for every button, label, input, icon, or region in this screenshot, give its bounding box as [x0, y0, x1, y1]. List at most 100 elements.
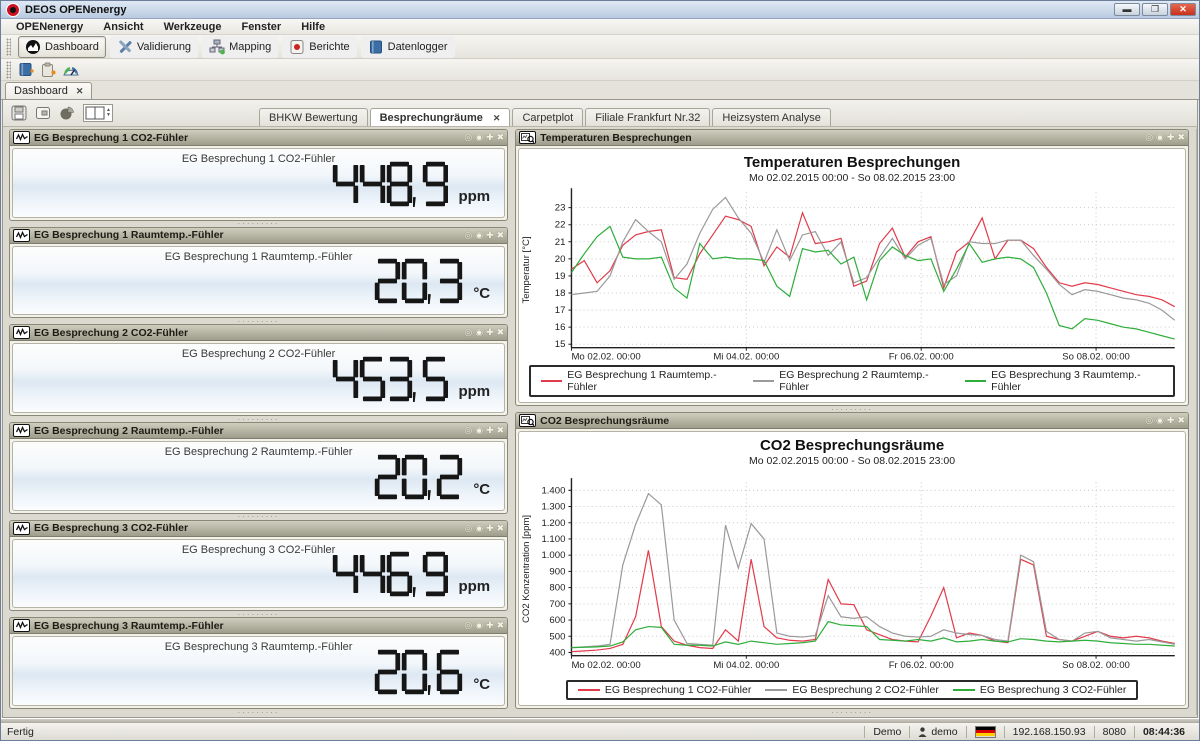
panel-header[interactable]: EG Besprechung 3 CO2-Fühler◎◉✚✖ [10, 521, 507, 537]
save-icon[interactable] [11, 105, 29, 121]
status-mode: Demo [864, 726, 909, 738]
panel-refresh-button[interactable]: ◉ [1156, 416, 1164, 425]
menu-item-werkzeuge[interactable]: Werkzeuge [155, 21, 231, 33]
panel-header[interactable]: EG Besprechung 2 CO2-Fühler◎◉✚✖ [10, 325, 507, 341]
menu-item-fenster[interactable]: Fenster [232, 21, 290, 33]
dashboard-tab[interactable]: Heizsystem Analyse [712, 108, 830, 126]
panel-header-buttons: ◎◉✚✖ [464, 426, 504, 435]
value-widget-body: EG Besprechung 3 Raumtemp.-Fühler°C [12, 636, 505, 706]
dashboard-tab[interactable]: Besprechungräume✕ [370, 108, 511, 126]
panel-settings-button[interactable]: ◎ [464, 328, 472, 337]
pie-chart-icon[interactable] [59, 105, 77, 121]
panel-maximize-button[interactable]: ✚ [1167, 133, 1175, 142]
panel-header[interactable]: EG Besprechung 2 Raumtemp.-Fühler◎◉✚✖ [10, 423, 507, 439]
layout-selector[interactable]: ▲▼ [83, 104, 113, 122]
toolbar-grip[interactable] [6, 61, 11, 79]
panel-maximize-button[interactable]: ✚ [1167, 416, 1175, 425]
panel-header[interactable]: EG Besprechung 3 Raumtemp.-Fühler ◎◉✚✖ [10, 618, 507, 634]
panel-close-button[interactable]: ✖ [497, 133, 505, 142]
layout-columns-icon [85, 106, 105, 120]
dashboard-tab[interactable]: BHKW Bewertung [259, 108, 368, 126]
dashboard-tab[interactable]: Filiale Frankfurt Nr.32 [585, 108, 710, 126]
panel-settings-button[interactable]: ◎ [1145, 416, 1153, 425]
close-tab-icon[interactable]: ✕ [493, 113, 501, 124]
series-line [572, 550, 1175, 651]
panel-settings-button[interactable]: ◎ [1145, 133, 1153, 142]
menu-bar: OPENenergyAnsichtWerkzeugeFensterHilfe [1, 19, 1199, 35]
menu-item-hilfe[interactable]: Hilfe [292, 21, 334, 33]
value-display: ppm [332, 356, 490, 402]
svg-text:17: 17 [555, 305, 566, 316]
panel-maximize-button[interactable]: ✚ [486, 621, 494, 630]
panel-settings-button[interactable]: ◎ [464, 621, 472, 630]
value-display: °C [374, 649, 490, 695]
close-button[interactable]: ✕ [1170, 3, 1196, 16]
svg-text:Fr 06.02. 00:00: Fr 06.02. 00:00 [889, 352, 954, 363]
close-tab-icon[interactable]: ✕ [76, 86, 84, 97]
panel-settings-button[interactable]: ◎ [464, 231, 472, 240]
panel-resize-handle[interactable]: ········· [9, 221, 508, 227]
dashboard-icon [25, 39, 41, 55]
panel-maximize-button[interactable]: ✚ [486, 524, 494, 533]
panel-maximize-button[interactable]: ✚ [486, 426, 494, 435]
chart-plot-area[interactable]: 151617181920212223Mo 02.02. 00:00Mi 04.0… [519, 184, 1185, 364]
panel-close-button[interactable]: ✖ [497, 524, 505, 533]
panel-header[interactable]: EG Besprechung 1 CO2-Fühler◎◉✚✖ [10, 130, 507, 146]
chart-zoom-icon [519, 131, 536, 144]
legend-label: EG Besprechung 3 Raumtemp.-Fühler [991, 369, 1163, 393]
panel-settings-button[interactable]: ◎ [464, 133, 472, 142]
toolbar-button-validierung[interactable]: Validierung [110, 36, 198, 58]
menu-item-openenergy[interactable]: OPENenergy [7, 21, 92, 33]
panel-settings-button[interactable]: ◎ [464, 426, 472, 435]
panel-maximize-button[interactable]: ✚ [486, 133, 494, 142]
restore-button[interactable]: ❐ [1142, 3, 1168, 16]
panel-header[interactable]: EG Besprechung 1 Raumtemp.-Fühler◎◉✚✖ [10, 228, 507, 244]
chart-plot-area[interactable]: 4005006007008009001.0001.1001.2001.3001.… [519, 467, 1185, 679]
gauge-icon[interactable] [62, 62, 80, 78]
panel-refresh-button[interactable]: ◉ [475, 328, 483, 337]
panel-close-button[interactable]: ✖ [497, 621, 505, 630]
title-bar: DEOS OPENenergy ▬ ❐ ✕ [1, 1, 1199, 19]
panel-header[interactable]: Temperaturen Besprechungen◎◉✚✖ [516, 130, 1188, 146]
panel-close-button[interactable]: ✖ [1177, 416, 1185, 425]
outer-tab-dashboard[interactable]: Dashboard✕ [5, 82, 92, 99]
panel-resize-handle[interactable]: ········· [9, 514, 508, 520]
add-book-icon[interactable] [18, 62, 36, 78]
seven-segment-value [332, 551, 448, 597]
panel-settings-button[interactable]: ◎ [464, 524, 472, 533]
panel-maximize-button[interactable]: ✚ [486, 231, 494, 240]
panel-refresh-button[interactable]: ◉ [475, 524, 483, 533]
export-image-icon[interactable] [35, 105, 53, 121]
panel-close-button[interactable]: ✖ [497, 231, 505, 240]
panel-close-button[interactable]: ✖ [497, 328, 505, 337]
toolbar-button-berichte[interactable]: Berichte [282, 36, 356, 58]
panel-refresh-button[interactable]: ◉ [1156, 133, 1164, 142]
toolbar-button-dashboard[interactable]: Dashboard [18, 36, 106, 58]
add-clipboard-icon[interactable] [40, 62, 58, 78]
panel-header-buttons: ◎◉✚✖ [464, 231, 504, 240]
menu-item-ansicht[interactable]: Ansicht [94, 21, 152, 33]
panel-refresh-button[interactable]: ◉ [475, 231, 483, 240]
panel-close-button[interactable]: ✖ [497, 426, 505, 435]
svg-text:1.100: 1.100 [542, 534, 566, 545]
collapsed-splitter[interactable] [1196, 129, 1197, 715]
value-widget-body: EG Besprechung 3 CO2-Fühlerppm [12, 539, 505, 609]
toolbar-button-mapping[interactable]: Mapping [202, 36, 278, 58]
svg-text:Mo 02.02. 00:00: Mo 02.02. 00:00 [572, 660, 641, 671]
panel-resize-handle[interactable]: ········· [515, 709, 1189, 715]
panel-refresh-button[interactable]: ◉ [475, 621, 483, 630]
toolbar-grip[interactable] [6, 38, 11, 56]
panel-resize-handle[interactable]: ········· [9, 709, 508, 715]
panel-close-button[interactable]: ✖ [1177, 133, 1185, 142]
chart-legend: EG Besprechung 1 Raumtemp.-FühlerEG Besp… [529, 365, 1175, 397]
panel-maximize-button[interactable]: ✚ [486, 328, 494, 337]
panel-header[interactable]: CO2 Besprechungsräume◎◉✚✖ [516, 413, 1188, 429]
panel-refresh-button[interactable]: ◉ [475, 133, 483, 142]
panel-header-buttons: ◎◉✚✖ [464, 524, 504, 533]
minimize-button[interactable]: ▬ [1114, 3, 1140, 16]
toolbar-button-datenlogger[interactable]: Datenlogger [361, 36, 455, 58]
dashboard-tab[interactable]: Carpetplot [512, 108, 583, 126]
panel-title: EG Besprechung 3 Raumtemp.-Fühler [34, 620, 460, 632]
panel-refresh-button[interactable]: ◉ [475, 426, 483, 435]
layout-spinner[interactable]: ▲▼ [106, 108, 111, 118]
